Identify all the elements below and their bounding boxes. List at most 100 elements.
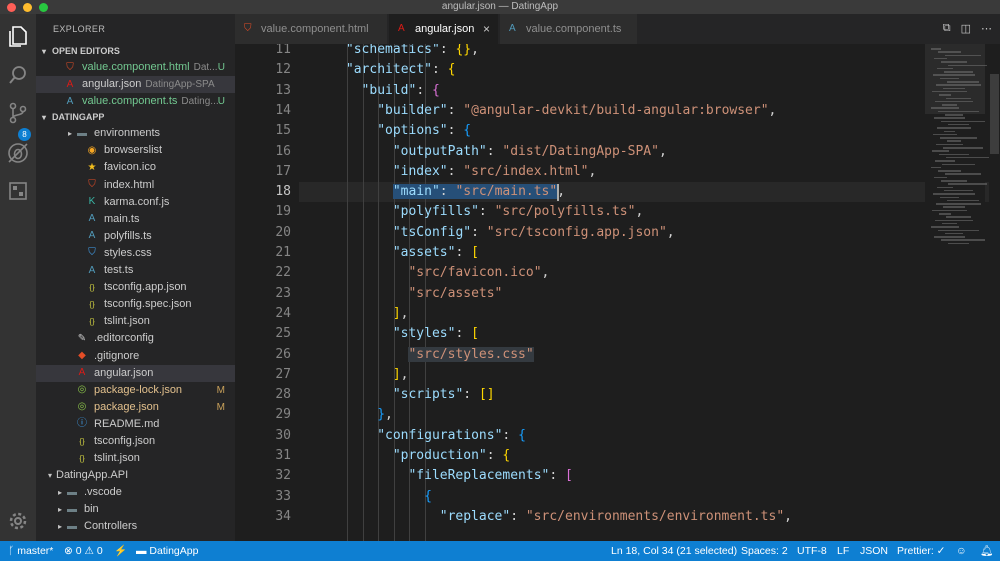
tab-value-component-ts[interactable]: A value.component.ts [500,14,638,44]
file-tree-item[interactable]: ▸ ▬ bin [36,501,235,518]
file-tree-item[interactable]: ▸ ▬ .vscode [36,484,235,501]
cursor-position[interactable]: Ln 18, Col 34 (21 selected) [611,541,737,561]
code-token: "src/main.ts" [455,184,558,200]
branch-indicator[interactable]: ᚴ master* [8,541,53,561]
file-tree-item[interactable]: Apolyfills.ts [36,228,235,245]
file-tree-item[interactable]: {} tslint.json [36,450,235,467]
minimap-line [940,137,977,139]
file-tree-item[interactable]: ▸ ▬ Controllers [36,518,235,535]
tab-angular-json[interactable]: A angular.json × [389,14,499,44]
problems-indicator[interactable]: ⊗ 0 ⚠ 0 [64,541,103,561]
file-tree-item[interactable]: ◆ .gitignore [36,348,235,365]
file-tree-item[interactable]: ◎ package-lock.json M [36,382,235,399]
open-editor-item[interactable]: Aangular.json DatingApp-SPA [36,76,235,94]
tab-label: value.component.ts [526,23,622,35]
file-tree-item[interactable]: {} tsconfig.json [36,433,235,450]
file-tree-item[interactable]: {} tsconfig.app.json [36,279,235,296]
editorconfig-icon: ✎ [77,332,87,344]
file-tree-item[interactable]: Aangular.json [36,364,235,382]
code-line: "assets": [ [393,243,479,263]
debug-icon[interactable] [7,142,29,164]
file-tree-item[interactable]: Kkarma.conf.js [36,194,235,211]
gear-icon[interactable] [7,510,29,532]
json-icon: {} [79,453,85,463]
file-name: main.ts [104,212,140,225]
code-token: "src/environments/environment.ts" [525,508,785,524]
line-number: 30 [275,427,291,443]
minimap-line [936,143,963,146]
live-share-icon[interactable]: ⚡ [114,541,127,561]
file-tree-item[interactable]: ◎ package.json M [36,399,235,416]
code-token: : [510,508,526,524]
minimap[interactable] [925,44,989,541]
file-tree-item[interactable]: {} tslint.json [36,313,235,330]
open-editor-item[interactable]: ⛉ value.component.html Dat... U [36,59,235,76]
code-token: } [377,407,386,423]
ts-icon: A [509,23,516,34]
ts-icon: A [88,213,96,225]
file-tree-item[interactable]: ▸ ▬ environments [36,125,235,142]
angular-icon: A [78,367,86,379]
split-editor-icon[interactable]: ◫ [961,22,971,36]
file-tree-item[interactable]: ⓘ README.md [36,416,235,433]
code-editor[interactable]: 11 12 13 14 15 16 17 18 19 20 21 22 23 24 25 26 27 28 29 30… [235,44,1000,541]
tab-value-component-html[interactable]: ⛉ value.component.html [235,14,388,44]
open-editors-section[interactable]: ▾ OPEN EDITORS [36,44,235,59]
workspace-section[interactable]: ▾ DATINGAPP [36,110,235,125]
minimap-line [937,186,953,189]
workspace-indicator[interactable]: ▬ DatingApp [136,541,198,561]
file-tree-item[interactable]: Amain.ts [36,211,235,228]
extensions-icon[interactable] [7,180,29,202]
minimap-viewport[interactable] [925,44,985,114]
language-mode[interactable]: JSON [860,541,888,561]
code-token: "main" [392,184,440,200]
window-title: angular.json — DatingApp [441,1,559,12]
code-token: , [400,366,409,382]
file-name: styles.css [104,246,152,259]
file-tree-item[interactable]: ★ favicon.ico [36,159,235,176]
files-icon[interactable] [7,26,29,48]
minimap-line [947,140,961,142]
minimap-line [948,123,969,126]
minimap-line [935,160,955,162]
file-name: .editorconfig [94,332,154,345]
indentation[interactable]: Spaces: 2 [741,541,788,561]
file-tree-item[interactable]: ⛉ index.html [36,177,235,194]
encoding[interactable]: UTF-8 [797,541,827,561]
feedback-icon[interactable]: ☺ [956,541,967,561]
file-tree-item[interactable]: ⛉ styles.css [36,245,235,262]
code-token: , [588,163,597,179]
line-ending[interactable]: LF [837,541,849,561]
vertical-scrollbar[interactable] [990,74,999,154]
file-tree-item[interactable]: ◉ browserslist [36,142,235,159]
open-editor-description: DatingApp-SPA [145,79,215,91]
code-token: { [424,488,432,504]
close-icon[interactable]: × [483,14,490,44]
code-token: "@angular-devkit/build-angular:browser" [463,102,769,118]
file-tree-item[interactable]: ✎ .editorconfig [36,330,235,347]
minimap-line [934,117,965,119]
notifications-icon[interactable]: 🔔︎ [980,541,993,561]
info-icon: ⓘ [77,418,87,430]
code-token: { [447,62,456,78]
code-area[interactable]: "prefix": "app","schematics": {},"archit… [299,44,989,541]
minimap-line [942,222,957,225]
source-control-icon[interactable] [7,102,29,124]
open-changes-icon[interactable]: ⧉ [943,22,951,36]
minimap-line [947,199,979,202]
file-tree-item[interactable]: ▾ DatingApp.API [36,467,235,484]
error-count: 0 [75,545,82,557]
html-icon: ⛉ [66,61,74,73]
more-actions-icon[interactable]: ⋯ [981,22,992,36]
file-tree-item[interactable]: Atest.ts [36,262,235,279]
code-line: "outputPath": "dist/DatingApp-SPA", [393,142,667,162]
code-token: , [635,204,644,220]
open-editor-name: angular.json [82,78,142,91]
open-editor-item[interactable]: Avalue.component.ts Dating... U [36,93,235,110]
file-tree-item[interactable]: {} tsconfig.spec.json [36,296,235,313]
prettier-status[interactable]: Prettier: ✓ [897,541,945,561]
search-icon[interactable] [7,64,29,86]
file-name: favicon.ico [104,161,156,174]
code-line: "configurations": { [377,426,526,446]
minimap-line [932,209,967,212]
